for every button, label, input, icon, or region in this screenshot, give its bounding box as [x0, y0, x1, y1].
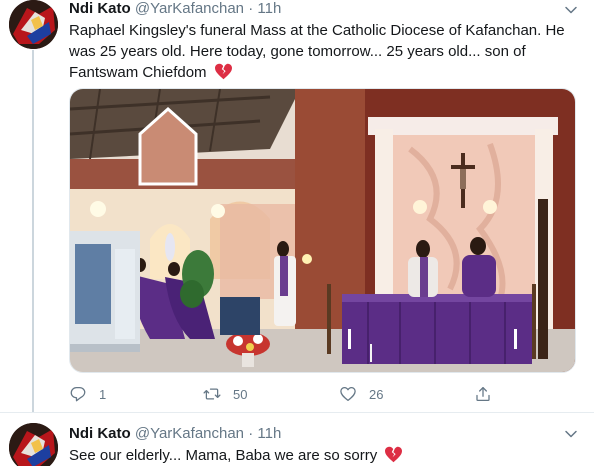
retweet-count: 50 — [233, 386, 248, 402]
reply-icon — [70, 386, 86, 402]
tweet[interactable]: Ndi Kato @YarKafanchan · 11h See our eld… — [0, 412, 594, 466]
reply-count: 1 — [99, 386, 107, 402]
separator-dot: · — [248, 425, 254, 442]
chevron-down-icon[interactable] — [564, 3, 578, 17]
like-icon — [340, 386, 356, 402]
tweet[interactable]: Ndi Kato @YarKafanchan · 11h Raphael Kin… — [0, 0, 594, 412]
retweet-icon — [203, 388, 221, 400]
separator-dot: · — [248, 0, 254, 17]
broken-heart-icon — [385, 446, 403, 463]
timestamp[interactable]: 11h — [257, 425, 281, 442]
tweet-header: Ndi Kato @YarKafanchan · 11h — [69, 424, 281, 444]
share-icon — [476, 386, 490, 402]
display-name[interactable]: Ndi Kato — [69, 425, 131, 442]
user-handle[interactable]: @YarKafanchan — [135, 0, 244, 17]
chevron-down-icon[interactable] — [564, 427, 578, 441]
funeral-mass-photo — [70, 89, 575, 372]
tweet-actions: 1 50 26 — [69, 383, 509, 405]
display-name[interactable]: Ndi Kato — [69, 0, 131, 17]
like-button[interactable]: 26 — [339, 383, 383, 405]
tweet-header: Ndi Kato @YarKafanchan · 11h — [69, 0, 281, 19]
tweet-text: Raphael Kingsley's funeral Mass at the C… — [69, 20, 579, 83]
timestamp[interactable]: 11h — [257, 0, 281, 17]
tweet-text-content: See our elderly... Mama, Baba we are so … — [69, 447, 378, 464]
thread-line — [32, 50, 34, 412]
like-count: 26 — [369, 386, 384, 402]
retweet-button[interactable]: 50 — [203, 383, 247, 405]
tweet-photo[interactable] — [69, 88, 576, 373]
tweet-text-content: Raphael Kingsley's funeral Mass at the C… — [69, 22, 565, 81]
reply-button[interactable]: 1 — [69, 383, 106, 405]
user-handle[interactable]: @YarKafanchan — [135, 425, 244, 442]
share-button[interactable] — [474, 383, 492, 405]
tweet-text: See our elderly... Mama, Baba we are so … — [69, 445, 579, 466]
avatar[interactable] — [9, 0, 58, 49]
broken-heart-icon — [214, 63, 232, 80]
avatar[interactable] — [9, 423, 58, 466]
